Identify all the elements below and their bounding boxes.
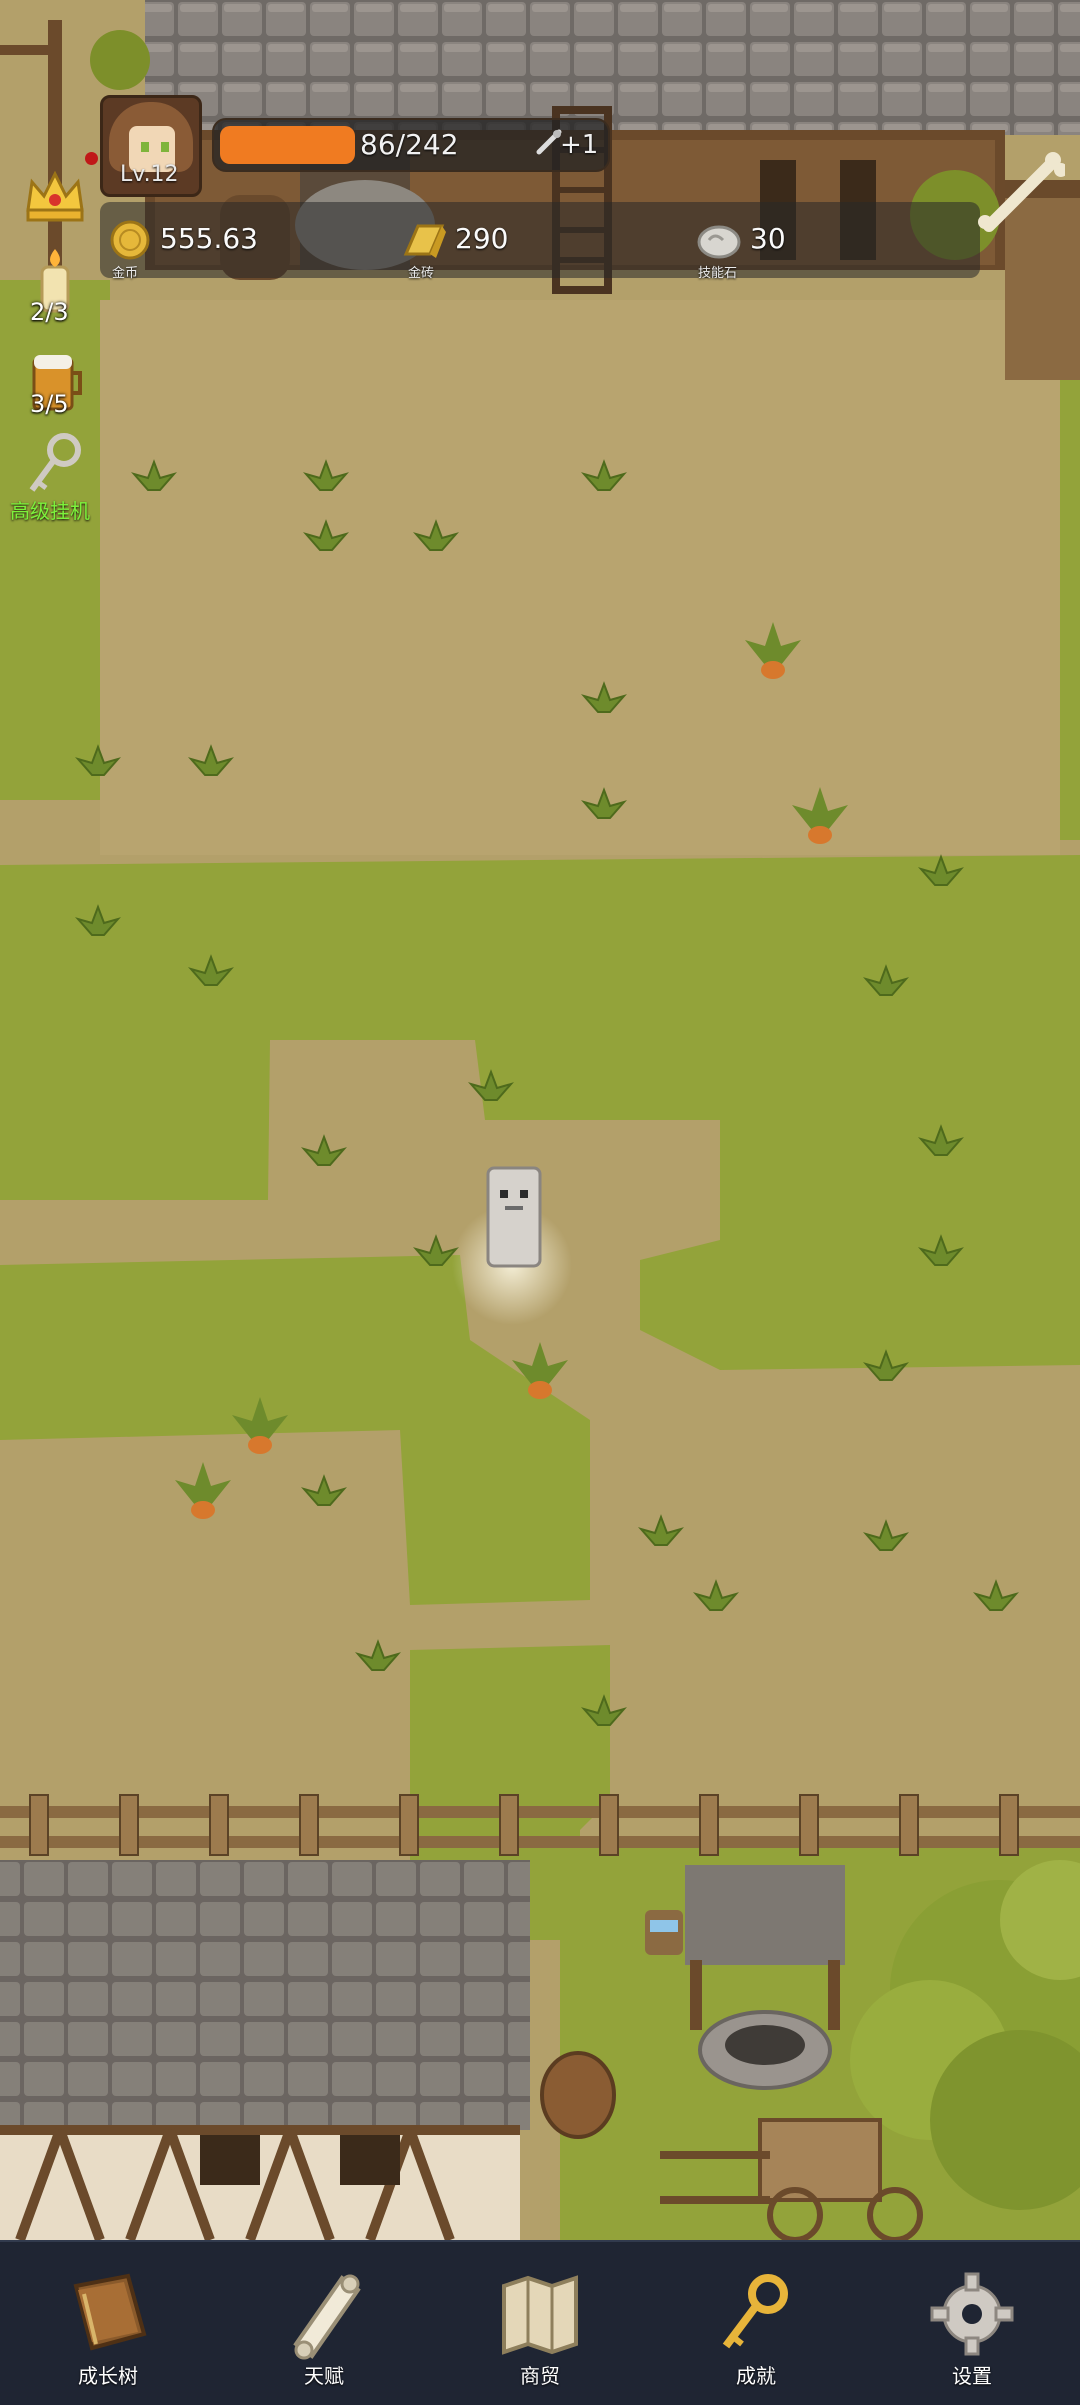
beer-count: 3/5 [30, 390, 69, 418]
gold-brick-label: 金砖 [408, 266, 435, 281]
nav-label: 天赋 [304, 2364, 344, 2388]
hp-regen-text: +1 [560, 130, 599, 160]
nav-trade[interactable]: 商贸 [432, 2242, 648, 2405]
nav-label: 成长树 [78, 2364, 138, 2388]
game-map[interactable] [0, 0, 1080, 2240]
nav-growth-tree[interactable]: 成长树 [0, 2242, 216, 2405]
nav-settings[interactable]: 设置 [864, 2242, 1080, 2405]
nav-label: 成就 [736, 2364, 776, 2388]
crown-icon[interactable] [20, 160, 90, 230]
nav-label: 商贸 [520, 2364, 560, 2388]
hp-text: 86/242 [360, 128, 459, 161]
scroll-icon [293, 2274, 361, 2360]
bone-icon[interactable] [975, 150, 1065, 240]
gold-value: 555.63 [160, 222, 258, 255]
gear-icon [930, 2272, 1014, 2356]
gold-coin-icon [110, 220, 150, 260]
gold-brick-icon [403, 224, 446, 258]
nav-label: 设置 [952, 2364, 992, 2388]
nav-achievement[interactable]: 成就 [648, 2242, 864, 2405]
player-level: Lv.12 [120, 162, 179, 187]
skill-stone-label: 技能石 [698, 266, 738, 281]
skill-stone-icon [697, 225, 741, 259]
hp-bar-fill [220, 126, 355, 164]
gold-brick-value: 290 [455, 222, 509, 255]
flute-icon [536, 129, 562, 155]
candle-count: 2/3 [30, 298, 69, 326]
map-icon [502, 2275, 578, 2355]
key-icon[interactable] [20, 430, 90, 500]
bottom-navigation: 成长树 天赋 商贸 成就 设置 [0, 2240, 1080, 2405]
gold-label: 金币 [112, 266, 139, 281]
book-icon [73, 2273, 147, 2351]
skill-stone-value: 30 [750, 222, 786, 255]
nav-talent[interactable]: 天赋 [216, 2242, 432, 2405]
key-icon [722, 2274, 788, 2349]
advanced-idle-label[interactable]: 高级挂机 [10, 495, 90, 524]
